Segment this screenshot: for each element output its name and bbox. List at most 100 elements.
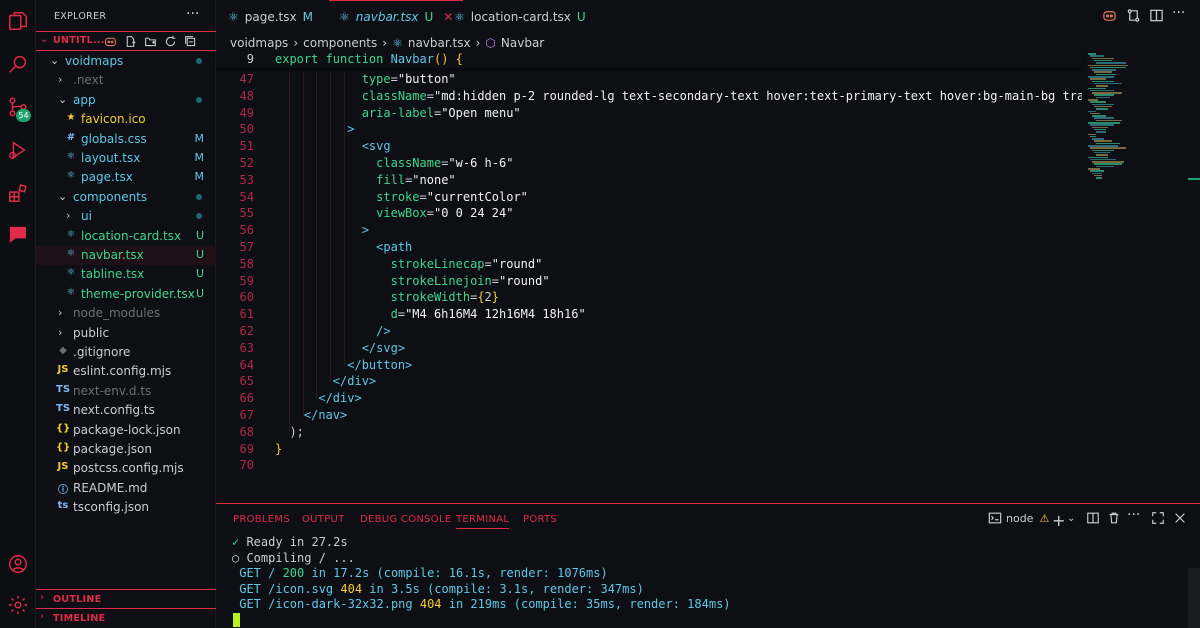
split-terminal-icon[interactable]: [1086, 511, 1100, 525]
code-line: 58 strokeLinecap="round": [216, 257, 1082, 274]
new-folder-icon[interactable]: [142, 33, 158, 49]
chevron-right-icon: ›: [40, 611, 44, 622]
react-file-icon: ⚛: [66, 151, 76, 162]
outline-section[interactable]: › OUTLINE: [36, 589, 216, 608]
tree-item[interactable]: # globals.css M: [36, 130, 216, 149]
tree-item[interactable]: ⚛ location-card.tsx U: [36, 227, 216, 246]
chevron-down-icon[interactable]: ⌄: [1067, 513, 1075, 524]
run-debug-icon[interactable]: [5, 137, 31, 163]
tree-item[interactable]: ⚛ page.tsx M: [36, 168, 216, 187]
tree-item[interactable]: JS eslint.config.mjs: [36, 362, 216, 381]
minimap-line: [1096, 73, 1116, 76]
account-icon[interactable]: [5, 551, 31, 577]
terminal-scrollbar[interactable]: [1188, 568, 1200, 628]
tree-item[interactable]: ⚛ tabline.tsx U: [36, 265, 216, 284]
panel-tab[interactable]: PROBLEMS: [233, 514, 290, 525]
search-icon[interactable]: [5, 51, 31, 77]
chat-icon[interactable]: [5, 221, 31, 247]
close-icon[interactable]: [1173, 511, 1187, 525]
more-actions-icon[interactable]: ···: [1127, 507, 1140, 523]
new-file-icon[interactable]: [122, 33, 138, 49]
tree-item[interactable]: › public: [36, 324, 216, 343]
more-actions-icon[interactable]: ···: [186, 6, 199, 22]
js-file-icon: JS: [57, 461, 69, 473]
tree-item[interactable]: ⚛ layout.tsx M: [36, 149, 216, 168]
refresh-icon[interactable]: [162, 33, 178, 49]
split-editor-icon[interactable]: [1149, 8, 1164, 23]
minimap-line: [1088, 156, 1108, 158]
tree-item[interactable]: › ui: [36, 207, 216, 226]
minimap-line: [1094, 117, 1114, 119]
breadcrumb-symbol[interactable]: Navbar: [501, 36, 544, 50]
tree-item-label: layout.tsx: [81, 151, 141, 165]
tree-item[interactable]: TS next-env.d.ts: [36, 382, 216, 401]
panel-tab[interactable]: TERMINAL: [456, 514, 510, 529]
more-actions-icon[interactable]: ···: [1172, 5, 1185, 21]
chevron-right-icon: ›: [66, 209, 71, 223]
panel-tab[interactable]: PORTS: [523, 514, 557, 525]
tree-item[interactable]: {} package.json: [36, 440, 216, 459]
tree-item[interactable]: ⚛ theme-provider.tsx U: [36, 285, 216, 304]
tree-item[interactable]: {} package-lock.json: [36, 421, 216, 440]
extensions-icon[interactable]: [5, 180, 31, 206]
tab-navbar[interactable]: ⚛ navbar.tsx U ✕: [329, 0, 464, 33]
minimap-line: [1088, 87, 1106, 89]
tree-item[interactable]: ⌄ components: [36, 188, 216, 207]
terminal-output[interactable]: ✓ Ready in 27.2s ○ Compiling / ... GET / …: [232, 535, 731, 613]
react-icon: ⚛: [339, 10, 350, 24]
code-token: "none": [412, 172, 456, 187]
minimap-line: [1090, 55, 1104, 57]
copilot-icon[interactable]: [102, 33, 118, 49]
project-header[interactable]: ⌄ UNTITL...: [36, 31, 216, 51]
new-terminal-icon[interactable]: +: [1052, 511, 1065, 530]
tree-item-label: public: [73, 325, 110, 340]
tree-item[interactable]: JS postcss.config.mjs: [36, 459, 216, 478]
close-icon[interactable]: ✕: [443, 10, 453, 24]
react-file-icon: ⚛: [66, 170, 76, 182]
tree-item-label: next.config.ts: [73, 403, 155, 418]
line-number: 65: [239, 374, 254, 389]
minimap-line: [1090, 147, 1126, 149]
code-token: "round": [498, 273, 550, 288]
timeline-section[interactable]: › TIMELINE: [36, 608, 216, 628]
panel-tab[interactable]: OUTPUT: [302, 514, 345, 525]
git-file-icon: ◆: [59, 345, 67, 356]
breadcrumb-root[interactable]: voidmaps: [230, 36, 288, 50]
minimap-line: [1096, 177, 1102, 179]
tree-item-label: location-card.tsx: [81, 228, 182, 243]
minimap[interactable]: [1084, 51, 1200, 501]
compare-changes-icon[interactable]: [1126, 8, 1141, 23]
code-line: 66 </div>: [216, 391, 1082, 408]
tree-item[interactable]: ts tsconfig.json: [36, 498, 216, 517]
tree-item[interactable]: ⚛ navbar.tsx U: [36, 246, 216, 266]
tree-item[interactable]: › .next: [36, 71, 216, 90]
collapse-all-icon[interactable]: [182, 33, 198, 49]
code-editor[interactable]: 47 type="button" 48 className="md:hidden …: [216, 72, 1082, 502]
copilot-icon[interactable]: [1102, 8, 1117, 23]
tab-location-card[interactable]: ⚛ location-card.tsx U: [454, 0, 586, 33]
sticky-scroll-header[interactable]: 9 export function Navbar() {: [216, 51, 1082, 68]
trash-icon[interactable]: [1107, 511, 1121, 525]
tree-item-label: theme-provider.tsx: [81, 286, 195, 301]
tree-item[interactable]: ★ favicon.ico: [36, 110, 216, 129]
tree-item-label: tabline.tsx: [81, 267, 145, 282]
react-icon: ⚛: [228, 9, 239, 24]
tree-item[interactable]: ⌄ app: [36, 91, 216, 110]
react-icon: ⚛: [454, 9, 465, 24]
tree-item[interactable]: ⌄ voidmaps: [36, 52, 216, 71]
tree-item[interactable]: › node_modules: [36, 304, 216, 323]
tree-item[interactable]: TS next.config.ts: [36, 401, 216, 420]
breadcrumb-file[interactable]: navbar.tsx: [408, 36, 471, 50]
tab-page[interactable]: ⚛ page.tsx M: [228, 0, 313, 33]
project-toolbar: [102, 33, 198, 49]
explorer-icon[interactable]: [5, 8, 31, 34]
panel-tab[interactable]: DEBUG CONSOLE: [360, 514, 451, 525]
terminal-shell[interactable]: node ⚠: [988, 511, 1049, 525]
tree-item[interactable]: ⓘ README.md: [36, 479, 216, 498]
maximize-panel-icon[interactable]: [1151, 511, 1165, 525]
settings-gear-icon[interactable]: [5, 592, 31, 618]
tree-item[interactable]: ◆ .gitignore: [36, 343, 216, 362]
breadcrumb-folder[interactable]: components: [303, 36, 377, 50]
